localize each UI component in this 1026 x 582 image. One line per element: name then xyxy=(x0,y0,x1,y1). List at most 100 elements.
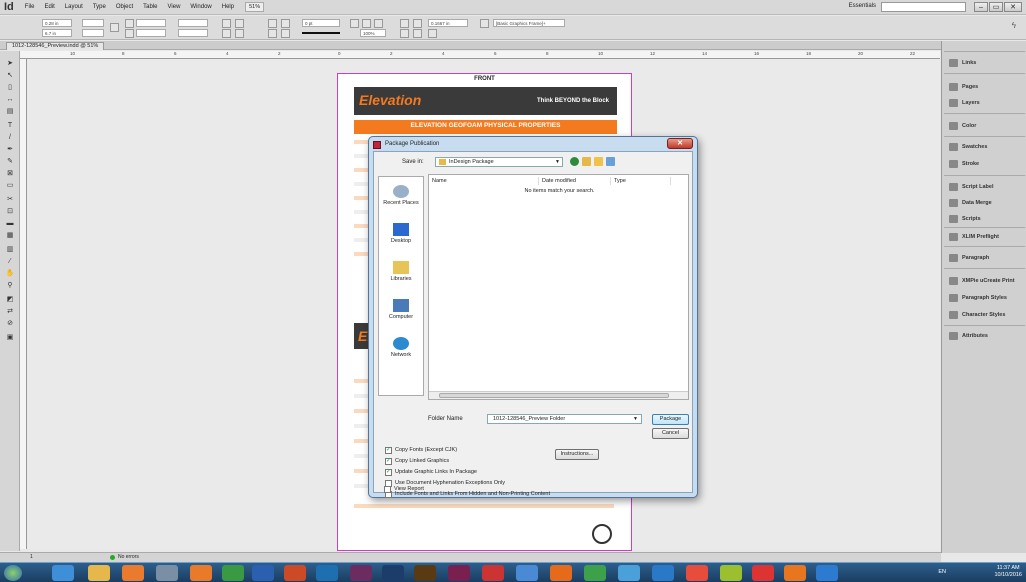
constrain-icon[interactable] xyxy=(110,23,119,32)
object-style-dropdown[interactable]: [Basic Graphics Frame]+ xyxy=(493,19,565,27)
scissors-tool-icon[interactable]: ✂ xyxy=(5,195,15,204)
page-tool-icon[interactable]: ▯ xyxy=(5,83,15,92)
file-list[interactable]: Name Date modified Type No items match y… xyxy=(428,174,689,400)
app-icon[interactable] xyxy=(618,565,640,581)
effects-icon[interactable] xyxy=(350,19,359,28)
transform-tool-icon[interactable]: ⊡ xyxy=(5,207,15,216)
content-collector-icon[interactable]: ▤ xyxy=(5,107,15,116)
place-network[interactable]: Network xyxy=(379,337,423,358)
illustrator-icon[interactable] xyxy=(414,565,436,581)
scale-y-field[interactable] xyxy=(136,29,166,37)
checkbox-checked[interactable]: ✓ xyxy=(385,457,392,465)
column-date-modified[interactable]: Date modified xyxy=(539,177,611,185)
inset-field[interactable]: 0.1667 in xyxy=(428,19,468,27)
gradient-tool-icon[interactable]: ▬ xyxy=(5,219,15,228)
panel-xmpie[interactable]: XMPie uCreate Print xyxy=(946,275,1024,286)
scale-x-icon[interactable] xyxy=(125,19,134,28)
menu-object[interactable]: Object xyxy=(111,4,138,10)
panel-swatches[interactable]: Swatches xyxy=(946,141,1024,152)
apply-none-icon[interactable]: ⊘ xyxy=(5,319,15,328)
office-icon[interactable] xyxy=(190,565,212,581)
direct-selection-tool-icon[interactable]: ↖ xyxy=(5,71,15,80)
menu-window[interactable]: Window xyxy=(185,4,216,10)
align-icon[interactable] xyxy=(400,29,409,38)
shear-field[interactable] xyxy=(178,29,208,37)
up-folder-icon[interactable] xyxy=(582,157,591,166)
fill-swatch-icon[interactable] xyxy=(281,19,290,28)
panel-paragraph[interactable]: Paragraph xyxy=(946,252,1024,263)
panel-paragraph-styles[interactable]: Paragraph Styles xyxy=(946,292,1024,303)
menu-view[interactable]: View xyxy=(163,4,186,10)
place-recent[interactable]: Recent Places xyxy=(379,185,423,206)
panel-scripts[interactable]: Scripts xyxy=(946,213,1024,224)
stroke-weight-field[interactable]: 0 pt xyxy=(302,19,340,27)
flip-v-icon[interactable] xyxy=(235,29,244,38)
app-icon[interactable] xyxy=(816,565,838,581)
preflight-status[interactable]: No errors xyxy=(118,553,139,562)
menu-edit[interactable]: Edit xyxy=(39,4,59,10)
app-icon[interactable] xyxy=(752,565,774,581)
indesign-icon[interactable] xyxy=(448,565,470,581)
panel-xlim-preflight[interactable]: XLIM Preflight xyxy=(946,231,1024,242)
place-computer[interactable]: Computer xyxy=(379,299,423,320)
panel-links[interactable]: Links xyxy=(946,57,1024,68)
dialog-close-button[interactable]: ✕ xyxy=(667,138,693,149)
search-input[interactable] xyxy=(881,2,966,12)
distribute-icon[interactable] xyxy=(413,29,422,38)
fx-icon[interactable] xyxy=(374,19,383,28)
pencil-tool-icon[interactable]: ✎ xyxy=(5,157,15,166)
photoshop-icon[interactable] xyxy=(382,565,404,581)
pen-tool-icon[interactable]: ✒ xyxy=(5,145,15,154)
menu-file[interactable]: File xyxy=(20,4,40,10)
stroke-type-preview[interactable] xyxy=(302,32,340,34)
app-icon[interactable] xyxy=(652,565,674,581)
pdf-icon[interactable] xyxy=(482,565,504,581)
workspace-switcher[interactable]: Essentials xyxy=(849,3,876,9)
menu-table[interactable]: Table xyxy=(138,4,162,10)
dialog-title-bar[interactable]: Package Publication xyxy=(373,139,439,150)
object-style-icon[interactable] xyxy=(480,19,489,28)
horizontal-scrollbar[interactable] xyxy=(429,391,688,399)
gap-tool-icon[interactable]: ↔ xyxy=(5,95,15,104)
word-icon[interactable] xyxy=(252,565,274,581)
scale-x-field[interactable] xyxy=(136,19,166,27)
panel-color[interactable]: Color xyxy=(946,120,1024,131)
page-number-field[interactable]: 1 xyxy=(30,553,33,562)
app-icon[interactable] xyxy=(156,565,178,581)
panel-pages[interactable]: Pages xyxy=(946,81,1024,92)
select-container-icon[interactable] xyxy=(268,19,277,28)
corner-icon[interactable] xyxy=(428,29,437,38)
checkbox-checked[interactable]: ✓ xyxy=(385,446,392,454)
ie-icon[interactable] xyxy=(52,565,74,581)
zoom-level[interactable]: 51% xyxy=(245,2,265,12)
app-icon[interactable] xyxy=(720,565,742,581)
chrome-icon[interactable] xyxy=(584,565,606,581)
firefox-icon[interactable] xyxy=(550,565,572,581)
clock[interactable]: 11:37 AM 10/10/2016 xyxy=(994,565,1022,579)
instructions-button[interactable]: Instructions... xyxy=(555,449,599,460)
note-tool-icon[interactable]: ▥ xyxy=(5,245,15,254)
gradient-feather-tool-icon[interactable]: ▦ xyxy=(5,231,15,240)
excel-icon[interactable] xyxy=(222,565,244,581)
checkbox-checked[interactable]: ✓ xyxy=(385,468,392,476)
rectangle-tool-icon[interactable]: ▭ xyxy=(5,181,15,190)
menu-help[interactable]: Help xyxy=(217,4,239,10)
minimize-button[interactable]: – xyxy=(974,2,988,12)
option-copy-graphics[interactable]: ✓ Copy Linked Graphics xyxy=(385,457,449,465)
fill-stroke-icon[interactable]: ◩ xyxy=(5,295,15,304)
panel-script-label[interactable]: Script Label xyxy=(946,181,1024,192)
panel-character-styles[interactable]: Character Styles xyxy=(946,309,1024,320)
view-menu-icon[interactable] xyxy=(606,157,615,166)
option-update-links[interactable]: ✓ Update Graphic Links In Package xyxy=(385,468,477,476)
scale-y-icon[interactable] xyxy=(125,29,134,38)
menu-layout[interactable]: Layout xyxy=(60,4,88,10)
panel-flyout-icon[interactable]: ϟ xyxy=(1012,21,1016,30)
type-tool-icon[interactable]: T xyxy=(5,121,15,130)
start-button-icon[interactable] xyxy=(4,565,22,581)
panel-attributes[interactable]: Attributes xyxy=(946,330,1024,341)
checkbox-unchecked[interactable] xyxy=(384,485,391,493)
select-content-icon[interactable] xyxy=(268,29,277,38)
menu-type[interactable]: Type xyxy=(88,4,111,10)
app-icon[interactable] xyxy=(784,565,806,581)
close-window-button[interactable]: ✕ xyxy=(1004,2,1022,12)
